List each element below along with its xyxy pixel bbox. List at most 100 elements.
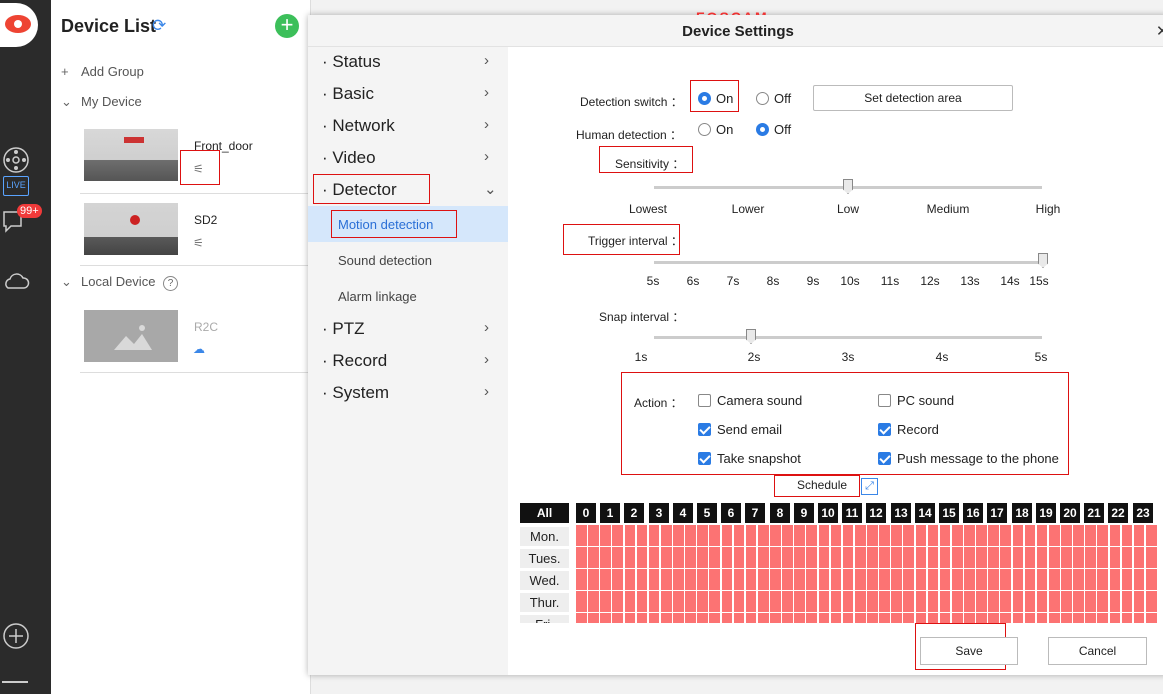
submenu-sound-detection[interactable]: Sound detection (308, 242, 508, 278)
schedule-hour-header[interactable]: 21 (1084, 503, 1104, 523)
schedule-cell[interactable] (879, 525, 890, 546)
schedule-cell[interactable] (612, 613, 623, 623)
schedule-cell[interactable] (903, 591, 914, 612)
schedule-cell[interactable] (1061, 591, 1072, 612)
add-group-button[interactable]: + Add Group (61, 64, 144, 79)
schedule-cell[interactable] (891, 547, 902, 568)
schedule-cell[interactable] (733, 591, 745, 612)
schedule-cell[interactable] (927, 569, 939, 590)
schedule-cell[interactable] (1085, 569, 1096, 590)
schedule-cell[interactable] (697, 547, 708, 568)
schedule-cell[interactable] (806, 613, 817, 623)
schedule-cell[interactable] (648, 569, 660, 590)
schedule-cell[interactable] (782, 547, 793, 568)
schedule-cell[interactable] (733, 547, 745, 568)
schedule-cell[interactable] (806, 591, 817, 612)
schedule-cell[interactable] (854, 569, 866, 590)
schedule-cell[interactable] (939, 613, 951, 623)
schedule-hour-header[interactable]: 19 (1036, 503, 1056, 523)
schedule-cell[interactable] (757, 591, 769, 612)
schedule-cell[interactable] (1024, 525, 1036, 546)
refresh-icon[interactable]: ⟳ (152, 16, 166, 36)
menu-item-network[interactable]: · Network › (308, 111, 508, 143)
schedule-cell[interactable] (685, 591, 696, 612)
schedule-cell[interactable] (709, 591, 720, 612)
schedule-cell[interactable] (915, 569, 927, 590)
snap-interval-slider[interactable] (654, 336, 1042, 339)
schedule-cell[interactable] (951, 591, 963, 612)
schedule-cell[interactable] (782, 525, 793, 546)
schedule-cell[interactable] (806, 569, 817, 590)
schedule-cell[interactable] (891, 591, 902, 612)
schedule-cell[interactable] (818, 525, 830, 546)
schedule-cell[interactable] (612, 547, 623, 568)
schedule-cell[interactable] (757, 613, 769, 623)
schedule-hour-header[interactable]: 1 (600, 503, 620, 523)
schedule-cell[interactable] (1000, 547, 1011, 568)
schedule-cell[interactable] (576, 525, 587, 546)
schedule-cell[interactable] (1109, 591, 1121, 612)
schedule-cell[interactable] (1012, 525, 1024, 546)
set-detection-area-button[interactable]: Set detection area (813, 85, 1013, 111)
schedule-cell[interactable] (1085, 613, 1096, 623)
schedule-hour-header[interactable]: 18 (1012, 503, 1032, 523)
schedule-cell[interactable] (757, 569, 769, 590)
schedule-cell[interactable] (951, 547, 963, 568)
schedule-cell[interactable] (964, 569, 975, 590)
schedule-cell[interactable] (1145, 569, 1157, 590)
schedule-cell[interactable] (939, 547, 951, 568)
schedule-cell[interactable] (1109, 613, 1121, 623)
schedule-cell[interactable] (1097, 569, 1108, 590)
schedule-cell[interactable] (854, 613, 866, 623)
schedule-hour-header[interactable]: 9 (794, 503, 814, 523)
device-name[interactable]: R2C (194, 320, 218, 334)
schedule-cell[interactable] (1024, 569, 1036, 590)
schedule-cell[interactable] (1097, 591, 1108, 612)
schedule-cell[interactable] (745, 613, 757, 623)
schedule-cell[interactable] (903, 547, 914, 568)
schedule-cell[interactable] (1000, 525, 1011, 546)
schedule-cell[interactable] (867, 547, 878, 568)
schedule-cell[interactable] (636, 547, 648, 568)
schedule-cell[interactable] (721, 525, 733, 546)
schedule-cell[interactable] (818, 569, 830, 590)
cancel-button[interactable]: Cancel (1048, 637, 1147, 665)
schedule-cell[interactable] (1036, 613, 1048, 623)
schedule-cell[interactable] (988, 525, 999, 546)
schedule-cell[interactable] (939, 525, 951, 546)
schedule-cell[interactable] (806, 547, 817, 568)
schedule-cell[interactable] (733, 525, 745, 546)
schedule-cell[interactable] (685, 547, 696, 568)
schedule-cell[interactable] (636, 525, 648, 546)
schedule-cell[interactable] (1024, 613, 1036, 623)
schedule-cell[interactable] (988, 547, 999, 568)
schedule-cell[interactable] (818, 613, 830, 623)
schedule-cell[interactable] (673, 613, 684, 623)
schedule-cell[interactable] (1048, 569, 1060, 590)
schedule-cell[interactable] (1133, 525, 1145, 546)
help-icon[interactable]: ? (163, 276, 179, 291)
ptz-control-icon[interactable] (1, 145, 31, 175)
schedule-cell[interactable] (1133, 613, 1145, 623)
schedule-cell[interactable] (685, 569, 696, 590)
schedule-cell[interactable] (648, 525, 660, 546)
schedule-cell[interactable] (697, 569, 708, 590)
schedule-cell[interactable] (648, 613, 660, 623)
schedule-cell[interactable] (770, 525, 781, 546)
schedule-cell[interactable] (782, 613, 793, 623)
record-checkbox[interactable] (878, 423, 891, 436)
schedule-cell[interactable] (1000, 591, 1011, 612)
menu-item-ptz[interactable]: · PTZ › (308, 314, 508, 346)
schedule-cell[interactable] (673, 569, 684, 590)
schedule-cell[interactable] (915, 525, 927, 546)
submenu-alarm-linkage[interactable]: Alarm linkage (308, 278, 508, 314)
schedule-cell[interactable] (745, 569, 757, 590)
schedule-cell[interactable] (842, 591, 854, 612)
send-email-checkbox[interactable] (698, 423, 711, 436)
schedule-hour-header[interactable]: 6 (721, 503, 741, 523)
schedule-cell[interactable] (600, 547, 611, 568)
schedule-cell[interactable] (830, 547, 842, 568)
schedule-cell[interactable] (1073, 591, 1084, 612)
schedule-cell[interactable] (612, 591, 623, 612)
schedule-cell[interactable] (1073, 525, 1084, 546)
